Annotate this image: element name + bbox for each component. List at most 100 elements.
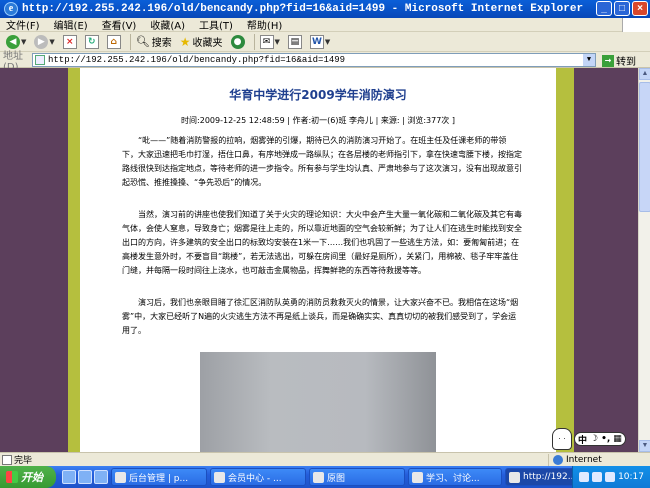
windows-logo-icon [622,18,650,32]
menu-help[interactable]: 帮助(H) [247,17,282,32]
punctuation-icon[interactable]: •, [601,434,610,444]
forward-button[interactable]: ▶ ▼ [32,33,56,51]
clock: 10:17 [618,472,644,482]
taskbar-item[interactable]: 原图 [309,468,405,486]
ime-language[interactable]: 中 [578,433,587,446]
article-container: 华育中学进行2009学年消防演习 时间:2009-12-25 12:48:59 … [80,68,556,452]
ie-icon [509,471,520,483]
home-button[interactable]: ⌂ [105,33,123,51]
article-photo [200,352,436,452]
ime-bar[interactable]: 中 ☽ •, ▦ [574,432,626,446]
article-title: 华育中学进行2009学年消防演习 [229,88,407,102]
status-bar: 完毕 Internet [0,452,650,466]
system-tray: 10:17 [572,466,650,488]
search-button[interactable]: 🔍︎ 搜索 [134,33,174,51]
favorites-button[interactable]: ★ 收藏夹 [178,33,225,51]
go-arrow-icon: → [602,54,614,67]
scroll-thumb[interactable] [639,82,650,212]
mail-button[interactable]: ✉ ▼ [258,33,282,51]
scroll-down-icon[interactable]: ▼ [639,440,650,452]
image-icon [313,471,324,483]
taskbar-item-label: 会员中心 - ... [228,473,282,484]
volume-icon[interactable] [605,472,616,482]
favorites-label: 收藏夹 [192,38,223,49]
menu-view[interactable]: 查看(V) [102,17,137,32]
page-icon [35,55,45,65]
taskbar-item-label: 原图 [327,473,346,484]
taskbar-item[interactable]: 后台管理 | p... [111,468,207,486]
toolbar-divider [129,33,131,50]
moon-icon[interactable]: ☽ [590,434,598,444]
security-zone: Internet [548,454,602,466]
tray-icon[interactable] [592,472,603,482]
chevron-down-icon: ▼ [21,37,27,46]
refresh-icon: ↻ [84,34,99,49]
ime-toolbar[interactable]: · · 中 ☽ •, ▦ [552,428,638,450]
stop-icon: × [62,34,77,49]
word-icon: W [309,34,324,49]
media-icon: ● [230,34,245,49]
print-icon: ▤ [287,34,302,49]
taskbar-item-label: http://192.... [523,472,575,482]
minimize-button[interactable]: _ [596,1,612,16]
ie-icon [412,471,423,483]
media-button[interactable]: ● [229,33,247,51]
article-meta: 时间:2009-12-25 12:48:59 | 作者:初一(6)班 李舟儿 |… [181,116,455,125]
tray-icon[interactable] [579,472,590,482]
window-titlebar[interactable]: e http://192.255.242.196/old/bencandy.ph… [0,0,650,18]
taskbar-item[interactable]: 会员中心 - ... [210,468,306,486]
vertical-scrollbar[interactable]: ▲ ▼ [638,68,650,452]
search-icon: 🔍︎ [135,35,150,48]
article-paragraph-1: “吡——”随着消防警报的拉响，烟雾弹的引爆，期待已久的消防演习开始了。在班主任及… [122,136,522,187]
address-dropdown-icon[interactable]: ▼ [583,54,595,66]
address-input[interactable]: http://192.255.242.196/old/bencandy.php?… [32,53,596,67]
keyboard-icon[interactable]: ▦ [613,434,622,444]
address-url: http://192.255.242.196/old/bencandy.php?… [48,55,346,65]
ie-icon [214,471,225,483]
quick-launch [62,470,108,484]
zone-label: Internet [566,455,602,465]
print-button[interactable]: ▤ [286,33,304,51]
refresh-button[interactable]: ↻ [83,33,101,51]
menu-tools[interactable]: 工具(T) [199,17,233,32]
media-quicklaunch-icon[interactable] [94,470,108,484]
scroll-up-icon[interactable]: ▲ [639,68,650,80]
chevron-down-icon: ▼ [274,37,280,46]
search-label: 搜索 [151,38,172,49]
maximize-button[interactable]: □ [614,1,630,16]
ie-quicklaunch-icon[interactable] [78,470,92,484]
ie-icon [115,471,126,483]
go-label: 转到 [616,57,636,68]
taskbar-item[interactable]: 学习、讨论... [408,468,502,486]
menu-edit[interactable]: 编辑(E) [54,17,88,32]
taskbar-item-active[interactable]: http://192.... [505,468,575,486]
address-bar: 地址(D) http://192.255.242.196/old/bencand… [0,51,650,73]
status-text: 完毕 [14,456,33,466]
menu-bar: 文件(F) 编辑(E) 查看(V) 收藏(A) 工具(T) 帮助(H) [0,18,650,32]
chevron-down-icon: ▼ [49,37,55,46]
menu-file[interactable]: 文件(F) [6,17,40,32]
page-done-icon [2,455,12,465]
mail-icon: ✉ [259,34,274,49]
star-icon: ★ [179,34,191,49]
page-viewport: 华育中学进行2009学年消防演习 时间:2009-12-25 12:48:59 … [0,68,638,452]
start-button[interactable]: 开始 [0,466,56,488]
home-icon: ⌂ [106,34,121,49]
go-button[interactable]: → 转到 [602,53,636,68]
chevron-down-icon: ▼ [324,37,331,46]
start-label: 开始 [21,472,43,484]
article-paragraph-2: 当然，演习前的讲座也使我们知道了关于火灾的理论知识：大火中会产生大量一氧化碳和二… [122,210,522,275]
toolbar-divider [253,33,255,50]
stop-button[interactable]: × [61,33,79,51]
edit-button[interactable]: W ▼ [308,33,332,51]
forward-arrow-icon: ▶ [34,34,49,49]
menu-favorites[interactable]: 收藏(A) [150,17,185,32]
taskbar-item-label: 后台管理 | p... [129,473,189,484]
toolbar: ◀ ▼ ▶ ▼ × ↻ ⌂ 🔍︎ 搜索 ★ 收藏夹 ● ✉ ▼ ▤ W ▼ [0,32,650,52]
ime-mascot-icon: · · [552,428,572,450]
show-desktop-icon[interactable] [62,470,76,484]
close-button[interactable]: × [632,1,648,16]
taskbar: 开始 后台管理 | p... 会员中心 - ... 原图 学习、讨论... ht… [0,466,650,488]
article-paragraph-3: 演习后，我们也亲眼目睹了徐汇区消防队英勇的消防员救救灭火的情景，让大家兴奋不已。… [122,298,519,335]
window-title: http://192.255.242.196/old/bencandy.php?… [22,3,584,15]
